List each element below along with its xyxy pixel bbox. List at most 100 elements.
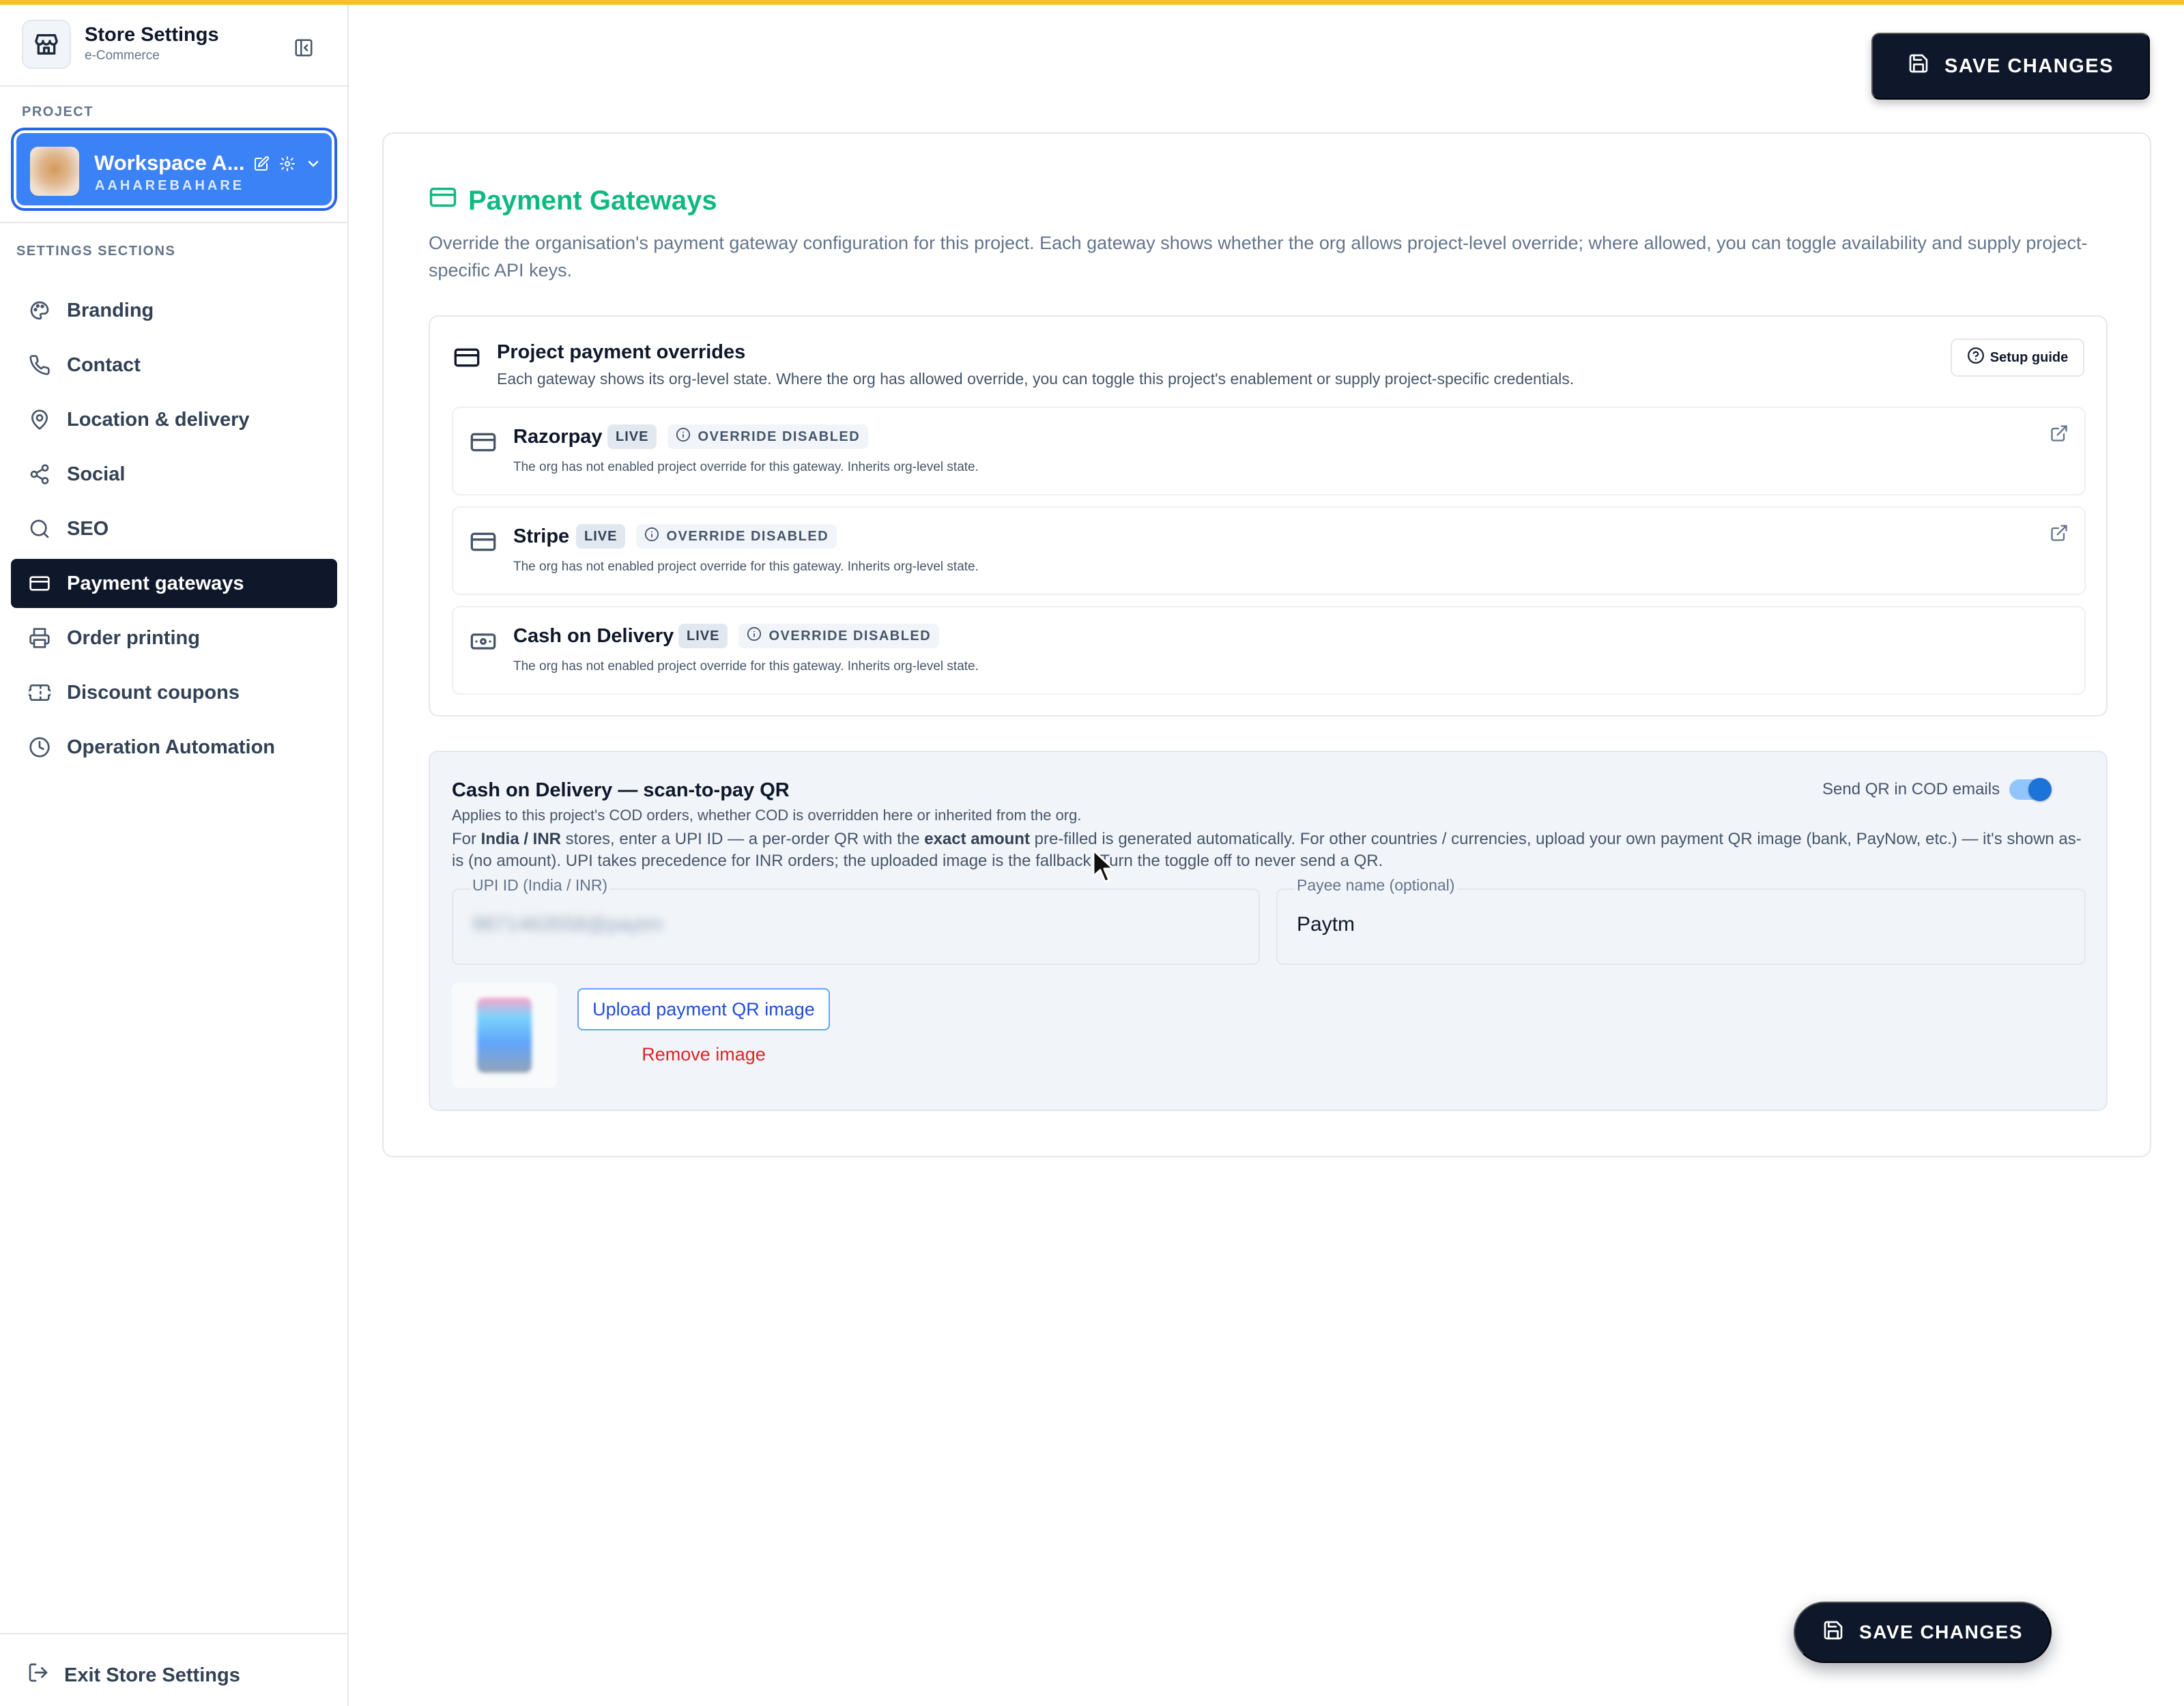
palette-icon bbox=[27, 298, 52, 323]
sidebar-item-label: Branding bbox=[67, 299, 154, 321]
external-link-icon[interactable] bbox=[2048, 422, 2071, 445]
phone-icon bbox=[27, 353, 52, 377]
logout-icon bbox=[27, 1662, 49, 1689]
overrides-title: Project payment overrides bbox=[497, 341, 746, 363]
edit-icon[interactable] bbox=[251, 154, 272, 174]
sidebar-item-social[interactable]: Social bbox=[11, 450, 337, 499]
floating-save-changes-button[interactable]: SAVE CHANGES bbox=[1794, 1602, 2052, 1663]
override-label: OVERRIDE DISABLED bbox=[666, 528, 829, 544]
sidebar-divider bbox=[0, 222, 347, 223]
cod-subtitle: Applies to this project's COD orders, wh… bbox=[452, 807, 1082, 824]
sidebar-item-contact[interactable]: Contact bbox=[11, 341, 337, 390]
page-title: Payment Gateways bbox=[429, 183, 717, 218]
project-switcher[interactable]: Workspace A... AAHAREBAHARE bbox=[14, 130, 334, 208]
sidebar-item-label: Operation Automation bbox=[67, 736, 276, 758]
live-badge: LIVE bbox=[607, 424, 657, 449]
payee-name-label: Payee name (optional) bbox=[1294, 876, 1458, 895]
info-icon bbox=[644, 527, 659, 546]
sidebar-item-label: Location & delivery bbox=[67, 408, 250, 431]
save-label: SAVE CHANGES bbox=[1859, 1621, 2023, 1643]
override-disabled-badge: OVERRIDE DISABLED bbox=[738, 624, 940, 648]
sidebar-item-label: SEO bbox=[67, 517, 109, 540]
sidebar-header: Store Settings e-Commerce bbox=[0, 5, 347, 87]
ticket-icon bbox=[27, 680, 52, 705]
printer-icon bbox=[27, 626, 52, 650]
help-circle-icon bbox=[1967, 347, 1985, 368]
save-label: SAVE CHANGES bbox=[1944, 55, 2114, 77]
credit-card-icon bbox=[470, 429, 497, 459]
send-qr-toggle-row: Send QR in COD emails bbox=[1822, 778, 2052, 801]
send-qr-toggle[interactable] bbox=[2009, 778, 2052, 801]
credit-card-icon bbox=[27, 571, 52, 596]
override-disabled-badge: OVERRIDE DISABLED bbox=[636, 524, 837, 549]
credit-card-icon bbox=[429, 183, 457, 218]
qr-image-preview bbox=[452, 983, 557, 1088]
map-pin-icon bbox=[27, 407, 52, 432]
override-label: OVERRIDE DISABLED bbox=[768, 628, 932, 644]
sidebar-item-location-delivery[interactable]: Location & delivery bbox=[11, 395, 337, 444]
project-payment-overrides: Project payment overrides Each gateway s… bbox=[429, 315, 2108, 717]
gateway-row-razorpay: Razorpay LIVE OVERRIDE DISABLED The org … bbox=[452, 407, 2086, 495]
gateway-description: The org has not enabled project override… bbox=[513, 460, 979, 474]
sidebar-item-order-printing[interactable]: Order printing bbox=[11, 613, 337, 663]
info-icon bbox=[676, 427, 691, 446]
gateway-name: Cash on Delivery bbox=[513, 625, 674, 647]
sidebar-item-label: Discount coupons bbox=[67, 681, 240, 704]
remove-image-link[interactable]: Remove image bbox=[577, 1044, 830, 1065]
qr-image bbox=[477, 998, 532, 1073]
live-badge: LIVE bbox=[576, 524, 626, 549]
sidebar-item-label: Payment gateways bbox=[67, 572, 244, 594]
sidebar-item-payment-gateways[interactable]: Payment gateways bbox=[11, 559, 337, 608]
info-icon bbox=[747, 626, 762, 646]
exit-label: Exit Store Settings bbox=[64, 1664, 240, 1686]
sidebar-item-label: Order printing bbox=[67, 626, 200, 649]
setup-guide-label: Setup guide bbox=[1989, 349, 2069, 365]
banknote-icon bbox=[470, 628, 497, 659]
chevron-down-icon[interactable] bbox=[303, 154, 324, 174]
save-changes-button[interactable]: SAVE CHANGES bbox=[1871, 33, 2150, 100]
override-label: OVERRIDE DISABLED bbox=[698, 429, 861, 444]
sidebar-item-label: Social bbox=[67, 463, 126, 485]
overrides-subtitle: Each gateway shows its org-level state. … bbox=[497, 370, 1575, 388]
mouse-cursor-icon bbox=[1092, 849, 1119, 888]
cod-instructions: For India / INR stores, enter a UPI ID —… bbox=[452, 830, 2082, 870]
save-icon bbox=[1822, 1619, 1844, 1646]
sidebar-item-seo[interactable]: SEO bbox=[11, 504, 337, 553]
settings-section-label: SETTINGS SECTIONS bbox=[16, 244, 176, 259]
save-icon bbox=[1908, 53, 1929, 80]
page-title-text: Payment Gateways bbox=[468, 185, 717, 216]
upload-qr-button[interactable]: Upload payment QR image bbox=[577, 988, 830, 1030]
exit-store-settings-link[interactable]: Exit Store Settings bbox=[27, 1662, 240, 1689]
sidebar-item-operation-automation[interactable]: Operation Automation bbox=[11, 723, 337, 772]
external-link-icon[interactable] bbox=[2048, 521, 2071, 545]
gateway-name: Stripe bbox=[513, 525, 570, 547]
project-name: Workspace A... bbox=[94, 151, 245, 175]
payment-gateways-panel: Payment Gateways Override the organisati… bbox=[382, 132, 2151, 1157]
payee-name-value: Paytm bbox=[1297, 913, 1355, 936]
cod-title: Cash on Delivery — scan-to-pay QR bbox=[452, 779, 790, 801]
sidebar-item-discount-coupons[interactable]: Discount coupons bbox=[11, 668, 337, 717]
project-slug: AAHAREBAHARE bbox=[95, 178, 245, 193]
upi-id-label: UPI ID (India / INR) bbox=[470, 876, 611, 895]
top-accent-bar bbox=[0, 0, 2184, 5]
collapse-sidebar-icon[interactable] bbox=[292, 36, 315, 59]
gateway-description: The org has not enabled project override… bbox=[513, 560, 979, 574]
sidebar-item-branding[interactable]: Branding bbox=[11, 286, 337, 335]
payee-name-field[interactable]: Payee name (optional) Paytm bbox=[1276, 876, 2086, 965]
toggle-knob bbox=[2028, 778, 2052, 801]
setup-guide-button[interactable]: Setup guide bbox=[1951, 338, 2084, 377]
override-disabled-badge: OVERRIDE DISABLED bbox=[667, 424, 869, 449]
sidebar-item-label: Contact bbox=[67, 353, 141, 376]
gateway-description: The org has not enabled project override… bbox=[513, 659, 979, 674]
upi-id-field[interactable]: UPI ID (India / INR) 9871463558@paytm bbox=[452, 876, 1260, 965]
gateway-row-stripe: Stripe LIVE OVERRIDE DISABLED The org ha… bbox=[452, 506, 2086, 595]
settings-nav: Branding Contact Location & delivery Soc… bbox=[11, 286, 337, 777]
store-subtitle: e-Commerce bbox=[85, 48, 160, 63]
toggle-label: Send QR in COD emails bbox=[1822, 780, 2000, 798]
sidebar: Store Settings e-Commerce PROJECT Worksp… bbox=[0, 5, 349, 1706]
gear-icon[interactable] bbox=[277, 154, 298, 174]
gateway-row-cash-on-delivery: Cash on Delivery LIVE OVERRIDE DISABLED … bbox=[452, 606, 2086, 695]
live-badge: LIVE bbox=[678, 624, 728, 648]
project-avatar bbox=[30, 147, 79, 196]
page-description: Override the organisation's payment gate… bbox=[429, 233, 2088, 280]
